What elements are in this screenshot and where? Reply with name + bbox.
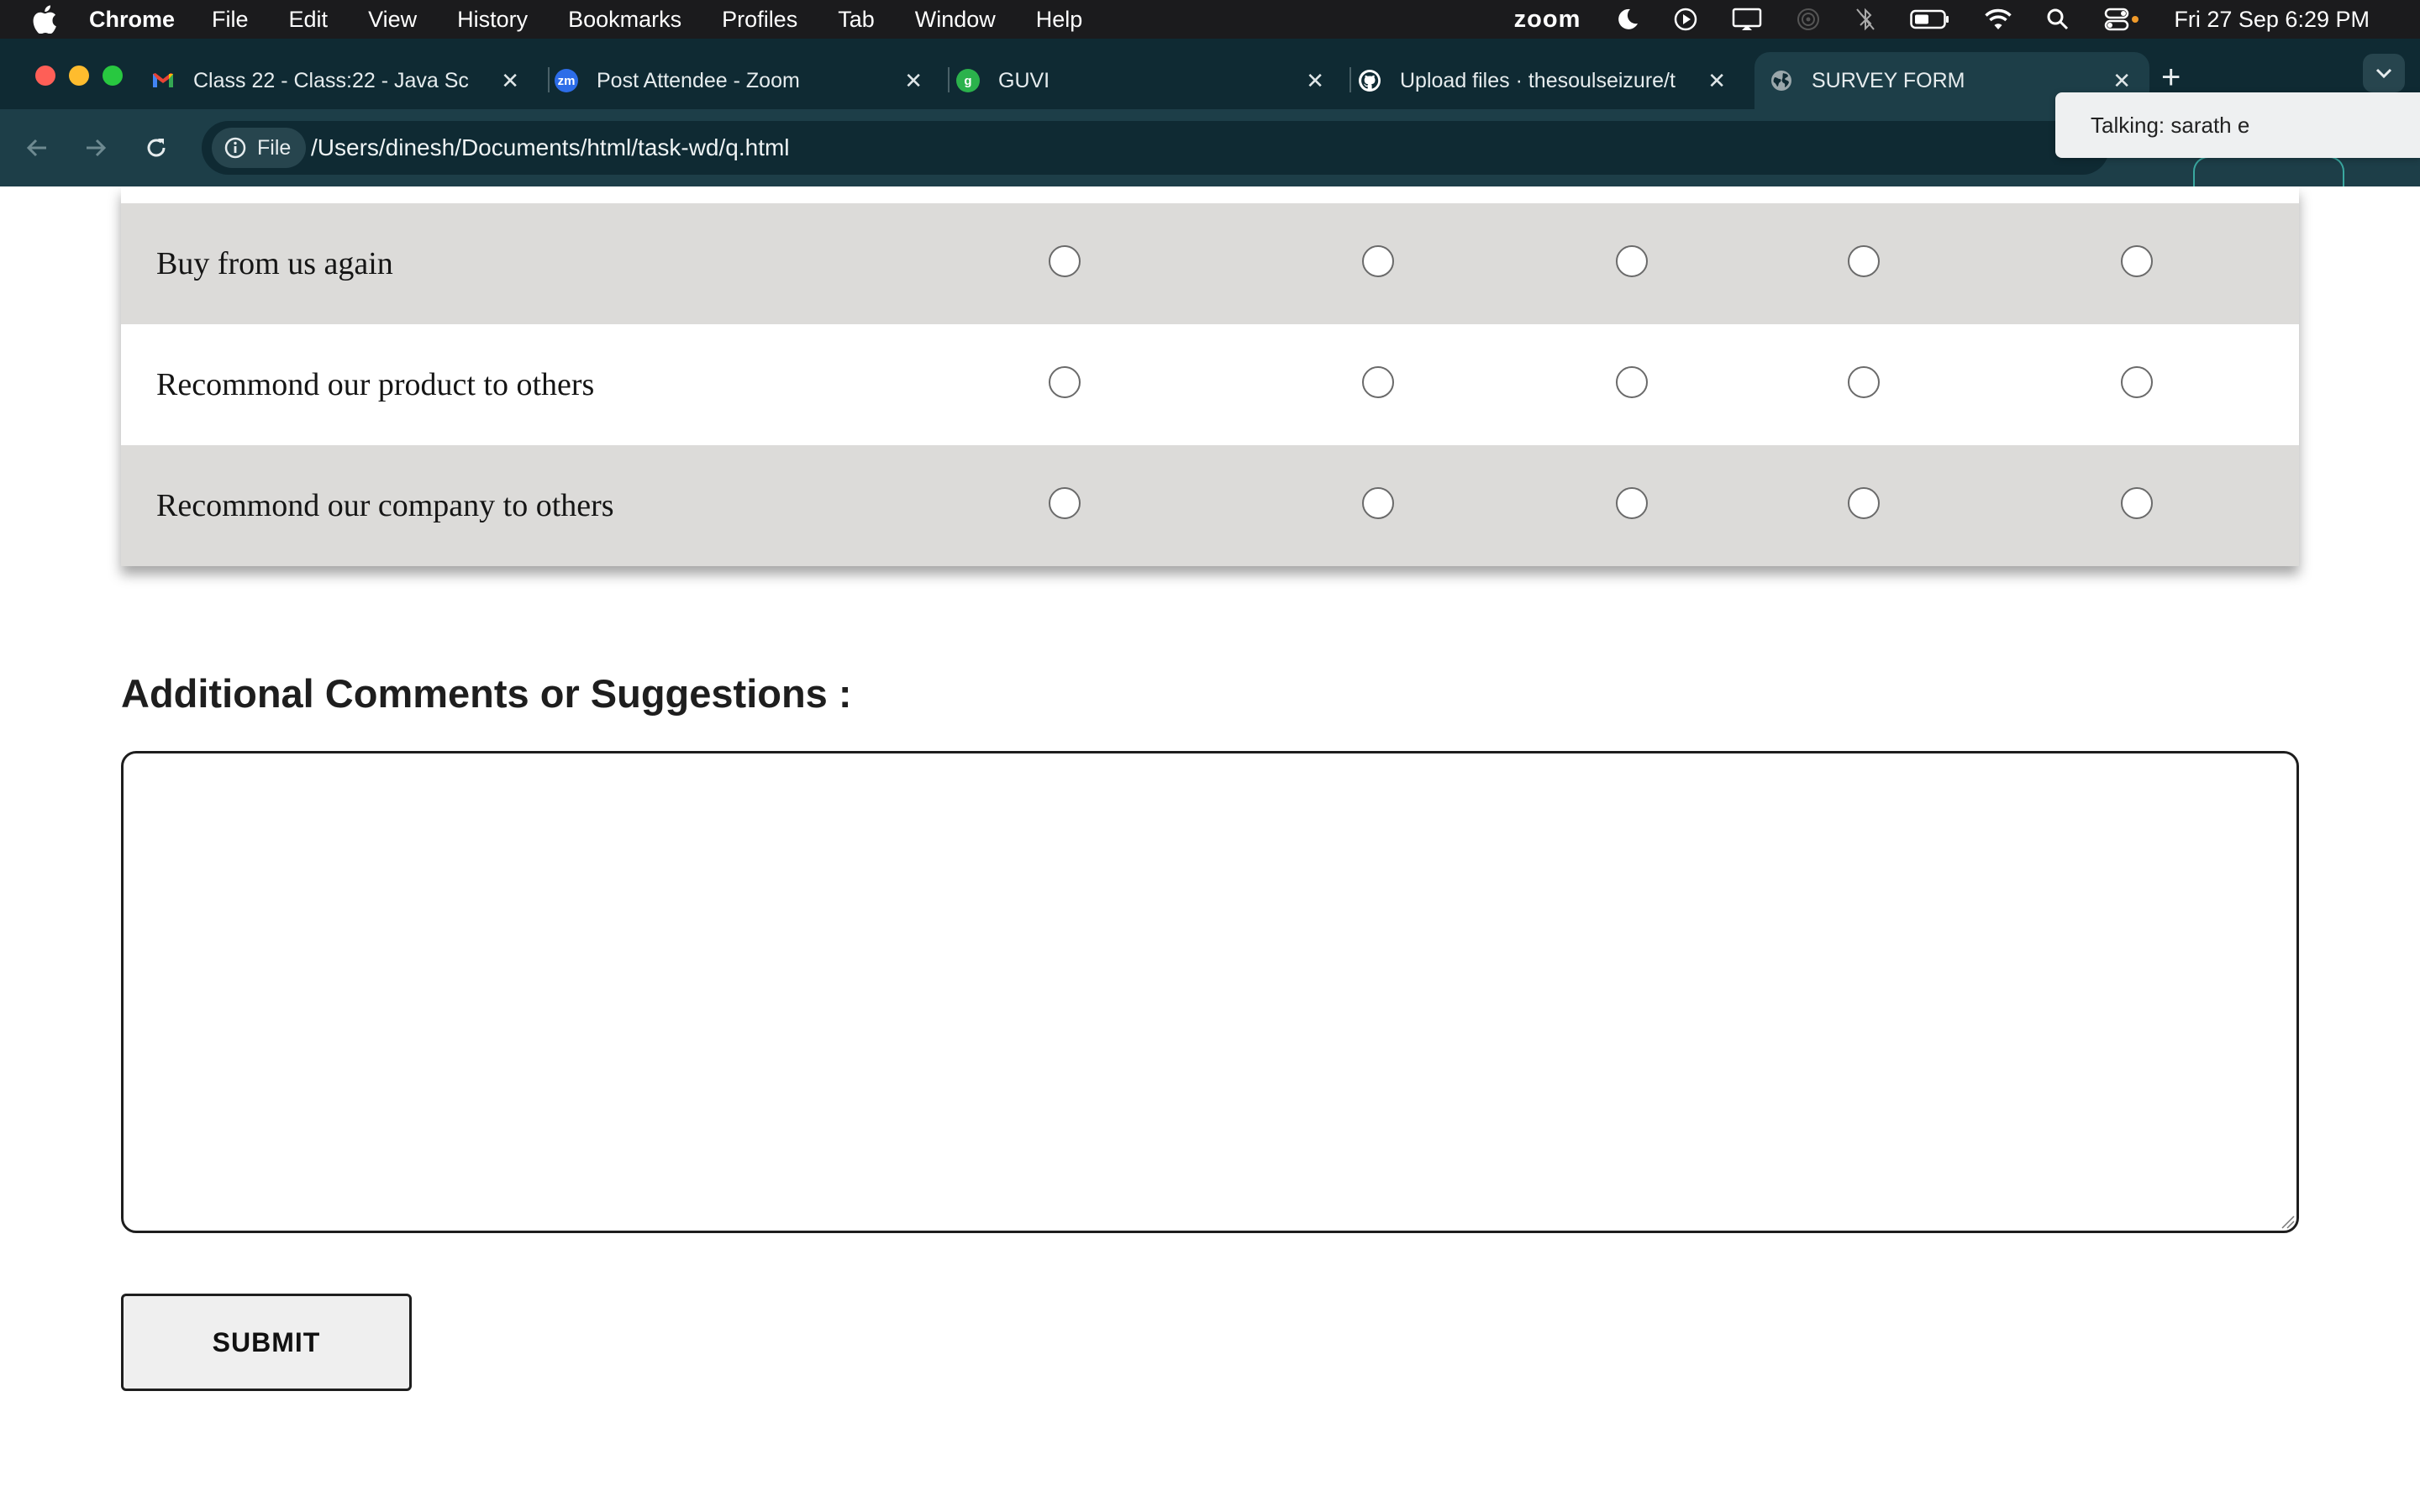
radio-option-2[interactable] [1362, 245, 1394, 277]
tab-divider [1349, 67, 1351, 92]
tab-title: Class 22 - Class:22 - Java Sc [193, 68, 469, 92]
radio-option-1[interactable] [1049, 245, 1081, 277]
chevron-down-icon [2375, 68, 2392, 79]
airdrop-icon[interactable] [1796, 7, 1821, 32]
window-fullscreen-button[interactable] [103, 66, 123, 86]
radio-option-3[interactable] [1616, 245, 1648, 277]
menu-bookmarks[interactable]: Bookmarks [568, 7, 681, 33]
new-tab-button[interactable]: + [2161, 59, 2181, 97]
arrow-left-icon [26, 139, 46, 157]
gmail-icon [153, 73, 173, 87]
menu-profiles[interactable]: Profiles [722, 7, 797, 33]
table-row: Recommond our product to others [121, 324, 2299, 445]
site-info-chip[interactable]: File [212, 128, 307, 168]
globe-icon [1771, 71, 1791, 91]
zoom-talking-indicator: Talking: sarath e [2055, 92, 2420, 158]
tab-guvi[interactable]: g GUVI ✕ [956, 52, 1343, 109]
menu-edit[interactable]: Edit [289, 7, 329, 33]
menu-file[interactable]: File [212, 7, 249, 33]
reload-icon [147, 139, 166, 157]
forward-button[interactable] [77, 129, 114, 166]
url-text[interactable]: /Users/dinesh/Documents/html/task-wd/q.h… [311, 121, 790, 175]
radio-option-4[interactable] [1848, 487, 1880, 519]
row-label: Recommond our product to others [156, 367, 595, 402]
row-label: Recommond our company to others [156, 488, 614, 523]
close-tab-icon[interactable]: ✕ [904, 68, 923, 94]
table-row: Buy from us again [121, 203, 2299, 324]
play-circle-icon[interactable] [1673, 7, 1698, 32]
radio-option-3[interactable] [1616, 366, 1648, 398]
radio-option-5[interactable] [2121, 366, 2153, 398]
radio-option-2[interactable] [1362, 487, 1394, 519]
tab-divider [548, 67, 550, 92]
radio-option-5[interactable] [2121, 245, 2153, 277]
tab-title: Post Attendee - Zoom [597, 68, 800, 92]
radio-option-4[interactable] [1848, 245, 1880, 277]
macos-menu-bar: Chrome File Edit View History Bookmarks … [0, 0, 2420, 39]
info-icon [224, 137, 246, 159]
menu-help[interactable]: Help [1036, 7, 1083, 33]
github-icon [1359, 70, 1381, 92]
menu-view[interactable]: View [368, 7, 417, 33]
menu-history[interactable]: History [457, 7, 528, 33]
wifi-icon[interactable] [1984, 8, 2012, 31]
radio-option-4[interactable] [1848, 366, 1880, 398]
profile-button[interactable] [2193, 156, 2344, 186]
survey-table: Buy from us again Recommond our product … [121, 186, 2299, 566]
close-tab-icon[interactable]: ✕ [1306, 68, 1324, 94]
tab-divider [948, 67, 950, 92]
tab-search-button[interactable] [2363, 54, 2405, 92]
tab-github[interactable]: Upload files · thesoulseizure/t ✕ [1358, 52, 1744, 109]
reload-button[interactable] [138, 129, 175, 166]
address-bar[interactable]: File /Users/dinesh/Documents/html/task-w… [202, 121, 2109, 175]
radio-option-1[interactable] [1049, 487, 1081, 519]
radio-option-5[interactable] [2121, 487, 2153, 519]
menu-app-name[interactable]: Chrome [89, 7, 175, 33]
radio-option-3[interactable] [1616, 487, 1648, 519]
zoom-talking-text: Talking: sarath e [2091, 112, 2250, 138]
radio-option-2[interactable] [1362, 366, 1394, 398]
zoom-icon: zm [555, 69, 578, 92]
comments-heading: Additional Comments or Suggestions : [121, 671, 852, 716]
tab-zoom[interactable]: zm Post Attendee - Zoom ✕ [555, 52, 941, 109]
menu-window[interactable]: Window [915, 7, 996, 33]
resize-grip-icon[interactable] [2279, 1213, 2296, 1230]
site-info-label: File [257, 135, 292, 160]
submit-button[interactable]: SUBMIT [121, 1294, 412, 1391]
page-content: Buy from us again Recommond our product … [0, 186, 2420, 1512]
tab-title: GUVI [998, 68, 1050, 92]
arrow-right-icon [87, 139, 107, 157]
window-close-button[interactable] [35, 66, 55, 86]
row-label: Buy from us again [156, 246, 393, 281]
radio-option-1[interactable] [1049, 366, 1081, 398]
close-tab-icon[interactable]: ✕ [1707, 68, 1726, 94]
back-button[interactable] [18, 129, 55, 166]
comments-textarea[interactable] [121, 751, 2299, 1233]
apple-icon[interactable] [32, 5, 57, 34]
close-tab-icon[interactable]: ✕ [2112, 68, 2131, 94]
spotlight-search-icon[interactable] [2046, 8, 2070, 31]
battery-icon[interactable] [1910, 8, 1950, 30]
screen-mirroring-icon[interactable] [1732, 7, 1762, 32]
control-center-icon[interactable] [2103, 7, 2140, 32]
window-minimize-button[interactable] [69, 66, 89, 86]
tab-title: Upload files · thesoulseizure/t [1400, 68, 1676, 92]
guvi-icon: g [956, 69, 980, 92]
tab-title: SURVEY FORM [1812, 68, 1965, 92]
menubar-clock[interactable]: Fri 27 Sep 6:29 PM [2174, 7, 2370, 33]
moon-icon[interactable] [1614, 7, 1639, 32]
menu-tab[interactable]: Tab [838, 7, 875, 33]
tab-gmail[interactable]: Class 22 - Class:22 - Java Sc ✕ [151, 52, 538, 109]
zoom-status-item[interactable]: zoom [1514, 6, 1581, 34]
close-tab-icon[interactable]: ✕ [501, 68, 519, 94]
table-row: Recommond our company to others [121, 445, 2299, 566]
bluetooth-off-icon[interactable] [1854, 7, 1876, 32]
